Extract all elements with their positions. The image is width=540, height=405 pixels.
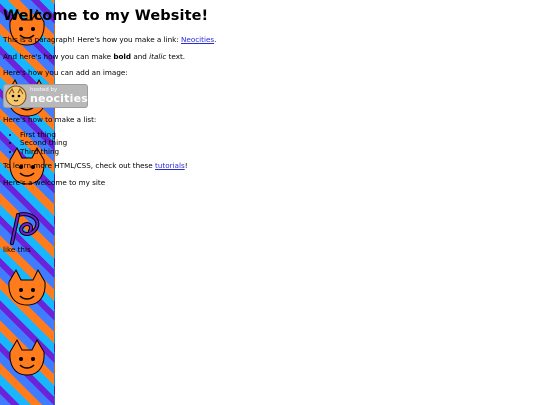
neocities-link[interactable]: Neocities xyxy=(181,35,214,44)
cat-tile-4 xyxy=(0,260,54,314)
list-item: Third thing xyxy=(20,147,533,157)
paragraph-like-this: like this xyxy=(3,244,31,254)
paragraph-image: Here's how you can add an image: xyxy=(3,68,128,78)
paragraph-tutorials-before: To learn more HTML/CSS, check out these xyxy=(3,161,156,171)
paragraph-tutorials: To learn more HTML/CSS, check out these … xyxy=(3,162,533,171)
paragraph-bold-italic-before: And here's how you can make xyxy=(3,51,114,61)
paragraph-tutorials-after: ! xyxy=(184,161,188,171)
cat-face-icon xyxy=(9,338,45,376)
tutorials-link[interactable]: tutorials xyxy=(155,161,185,171)
paragraph-list: Here's how to make a list: xyxy=(3,114,97,124)
hosted-by-neocities-badge[interactable]: hosted by neocities xyxy=(3,83,88,108)
badge-hosted-by: hosted by xyxy=(30,86,58,93)
paragraph-welcome: Here's a welcome to my site xyxy=(3,178,106,188)
cat-tile-5 xyxy=(0,330,54,384)
main-content: Welcome to my Website! This is a paragra… xyxy=(3,7,533,254)
list-item: Second thing xyxy=(20,139,533,148)
list-item: First thing xyxy=(20,130,533,140)
example-list: First thing Second thing Third thing xyxy=(3,130,533,157)
badge-text: hosted by neocities xyxy=(30,86,88,106)
badge-brand: neocities xyxy=(30,92,88,106)
paragraph-link-before: This is a paragraph! Here's how you make… xyxy=(3,35,182,44)
paragraph-link-after: . xyxy=(214,35,217,44)
paragraph-bold-italic: And here's how you can make bold and ita… xyxy=(3,51,533,62)
paragraph-bold-italic-middle: and xyxy=(131,51,150,61)
cat-face-icon xyxy=(8,268,46,306)
paragraph-link: This is a paragraph! Here's how you make… xyxy=(3,35,533,45)
bold-text: bold xyxy=(113,51,132,61)
page-title: Welcome to my Website! xyxy=(3,8,209,24)
italic-text: italic xyxy=(149,51,167,61)
neocities-cat-logo-icon xyxy=(5,85,27,107)
paragraph-bold-italic-after: text. xyxy=(166,51,186,61)
